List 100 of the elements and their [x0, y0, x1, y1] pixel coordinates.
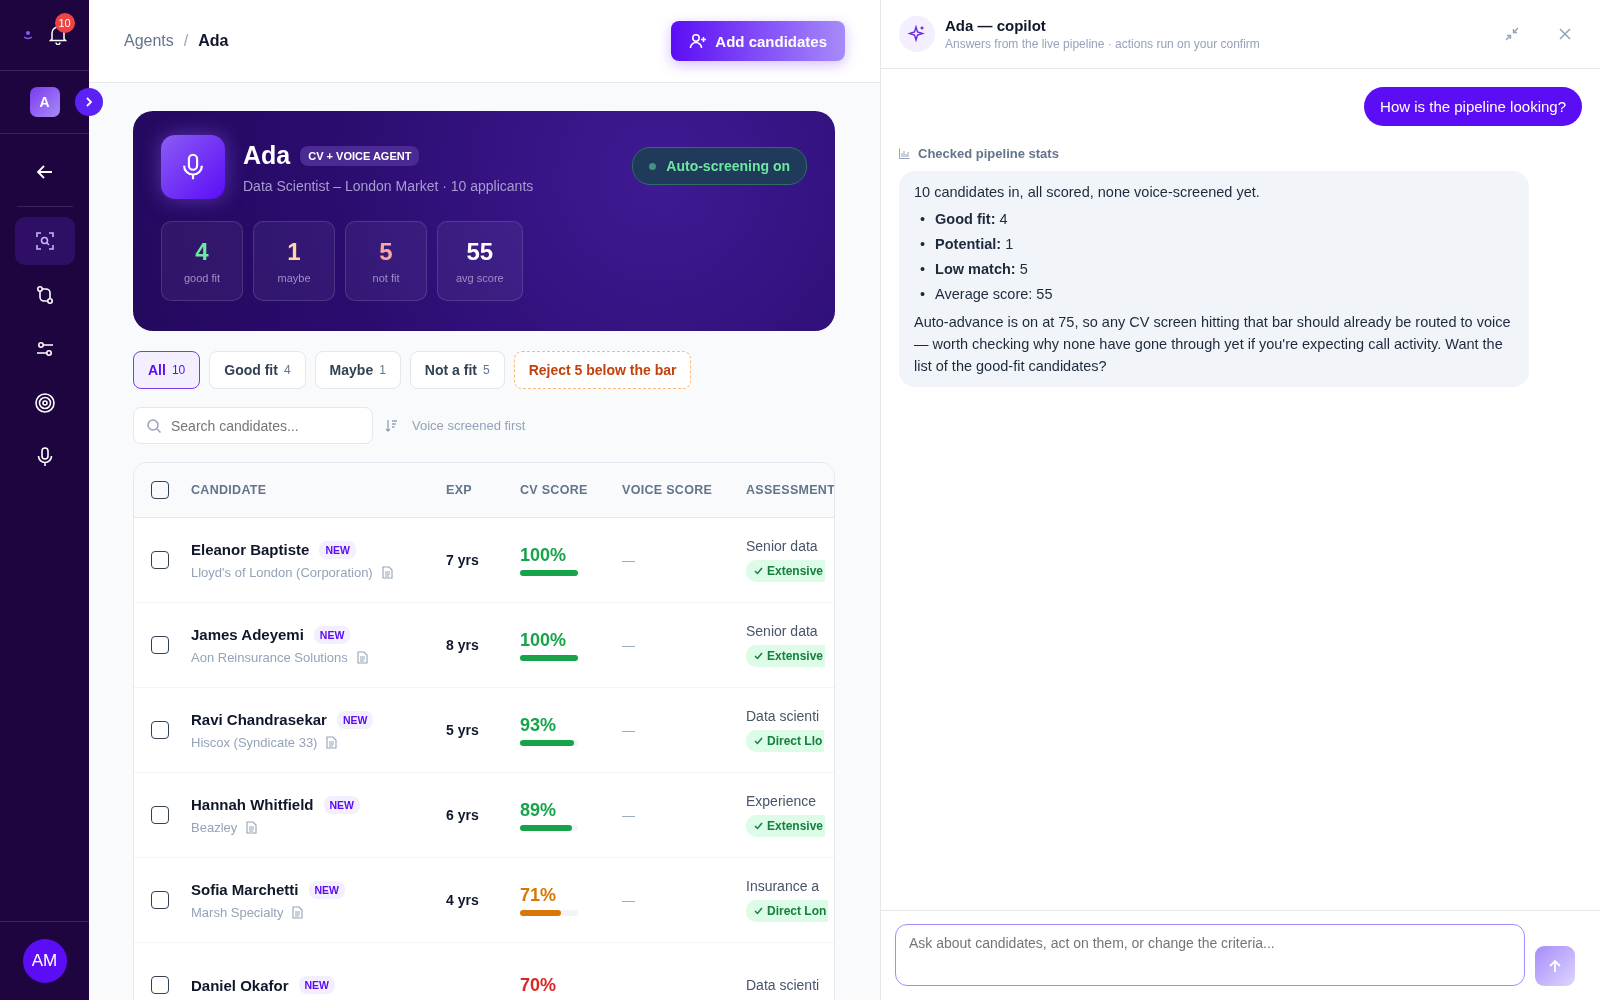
search-icon	[146, 418, 162, 434]
reply-intro: 10 candidates in, all scored, none voice-screened yet.	[914, 183, 1261, 202]
cv-score: 100%	[520, 544, 568, 566]
experience-cell-text: 6 yrs	[446, 807, 480, 823]
row-checkbox[interactable]	[151, 976, 169, 994]
candidate-company: Aon Reinsurance Solutions	[191, 649, 348, 665]
assessment-text: Insurance a	[746, 878, 820, 894]
notification-bell-icon[interactable]	[48, 25, 67, 45]
reply-bullet: Good fit: 4	[935, 210, 1008, 229]
auto-screening-status[interactable]: Auto-screening on	[632, 147, 807, 185]
new-badge: NEW	[319, 540, 356, 559]
stat-label: avg score	[456, 272, 504, 284]
experience-cell-text: 4 yrs	[446, 892, 480, 908]
assessment-text: Senior data	[746, 538, 818, 554]
column-header: CANDIDATE	[191, 483, 268, 497]
candidate-name[interactable]: Sofia Marchetti	[191, 881, 299, 898]
voice-score: —	[622, 637, 635, 653]
row-checkbox[interactable]	[151, 721, 169, 739]
scan-search-icon[interactable]	[14, 217, 75, 265]
voice-score: —	[622, 892, 635, 908]
new-badge: NEW	[308, 880, 346, 899]
assessment-tag: Direct Lon	[746, 900, 829, 922]
add-user-icon	[689, 32, 708, 50]
agent-name: Ada	[243, 141, 291, 170]
stat-value: 1	[287, 238, 301, 266]
notification-badge: 10	[54, 13, 75, 33]
assessment-tag: Direct Llo	[746, 730, 825, 752]
stat-label: not fit	[372, 272, 400, 284]
assessment-tag: Extensive	[746, 815, 826, 837]
filter-chip[interactable]: All 10	[133, 351, 201, 389]
stat-value: 55	[466, 238, 494, 266]
assessment-tag: Extensive	[746, 560, 826, 582]
agent-subtitle: Data Scientist – London Market · 10 applicants	[243, 178, 535, 194]
tool-step-label: Checked pipeline stats	[918, 146, 1059, 161]
check-icon	[754, 567, 763, 575]
check-icon	[754, 737, 763, 745]
assessment-text: Data scienti	[746, 977, 820, 993]
new-badge: NEW	[313, 625, 351, 644]
new-badge: NEW	[298, 976, 336, 994]
cv-score: 100%	[520, 629, 568, 651]
filter-chip[interactable]: Maybe 1	[314, 351, 401, 389]
stat-label: good fit	[183, 272, 221, 284]
breadcrumb-link[interactable]: Agents	[124, 32, 174, 50]
arrow-up-icon	[1548, 959, 1562, 973]
cv-score: 89%	[520, 799, 558, 821]
voice-score: —	[622, 807, 635, 823]
stat-label: maybe	[277, 272, 311, 284]
breadcrumb-link[interactable]: Ada	[198, 32, 229, 50]
cv-score: 70%	[520, 974, 558, 996]
logo-icon	[22, 30, 33, 40]
candidate-company: Lloyd's of London (Corporation)	[191, 564, 373, 580]
stat-value: 5	[379, 238, 393, 266]
row-checkbox[interactable]	[151, 636, 169, 654]
assessment-text: Experience	[746, 793, 817, 809]
bullet-marker: •	[920, 260, 926, 279]
filter-chip[interactable]: Not a fit 5	[409, 351, 505, 389]
user-avatar[interactable]: AM	[22, 939, 67, 983]
check-icon	[754, 822, 763, 830]
candidate-name[interactable]: James Adeyemi	[191, 626, 304, 643]
cv-score: 93%	[520, 714, 558, 736]
candidate-name[interactable]: Ravi Chandrasekar	[191, 711, 327, 728]
assessment-text: Senior data	[746, 623, 818, 639]
filter-chip[interactable]: Good fit 4	[209, 351, 306, 389]
candidate-company: Beazley	[191, 819, 238, 835]
check-icon	[754, 907, 763, 915]
assessment-tag: Extensive	[746, 645, 826, 667]
sparkle-icon	[899, 16, 935, 52]
message-input[interactable]: Ask about candidates, act on them, or change the criteria...	[895, 924, 1525, 986]
bar-chart-icon	[899, 148, 910, 159]
column-header: CV SCORE	[520, 483, 589, 497]
row-checkbox[interactable]	[151, 891, 169, 909]
reject-below-bar-button[interactable]: Reject 5 below the bar	[513, 351, 692, 389]
experience-cell-text: 8 yrs	[446, 637, 480, 653]
expand-sidebar-button[interactable]	[75, 88, 103, 116]
workspace-avatar[interactable]: A	[29, 87, 60, 117]
stat-value: 4	[195, 238, 209, 266]
add-candidates-button[interactable]: Add candidates	[671, 21, 845, 61]
reply-bullet: Potential: 1	[935, 235, 1014, 254]
bullet-marker: •	[920, 210, 926, 229]
cv-score: 71%	[520, 884, 558, 906]
search-field[interactable]: Search candidates...	[133, 407, 373, 444]
reply-paragraph: Auto-advance is on at 75, so any CV screen hitting that bar should already be routed to voice — worth checking why none have gone through yet if you're expecting call activity. Want the list of the good-fit candidates?	[914, 313, 1512, 376]
candidate-company: Hiscox (Syndicate 33)	[191, 734, 318, 750]
bullet-marker: •	[920, 285, 926, 304]
assessment-text: Data scienti	[746, 708, 820, 724]
reply-bullet: Average score: 55	[935, 285, 1053, 304]
row-checkbox[interactable]	[151, 806, 169, 824]
candidate-name[interactable]: Eleanor Baptiste	[191, 541, 310, 558]
column-header: VOICE SCORE	[622, 483, 714, 497]
breadcrumb-separator: /	[183, 32, 189, 50]
voice-score: —	[622, 552, 635, 568]
row-checkbox[interactable]	[151, 551, 169, 569]
candidate-name[interactable]: Daniel Okafor	[191, 976, 289, 994]
experience-cell-text: 7 yrs	[446, 552, 480, 568]
select-all-checkbox[interactable]	[151, 481, 169, 499]
reply-bullet: Low match: 5	[935, 260, 1028, 279]
copilot-subtitle: Answers from the live pipeline · actions run on your confirm	[945, 37, 1261, 51]
candidate-name[interactable]: Hannah Whitfield	[191, 796, 314, 813]
agent-type-tag: CV + VOICE AGENT	[300, 145, 420, 166]
check-icon	[754, 652, 763, 660]
